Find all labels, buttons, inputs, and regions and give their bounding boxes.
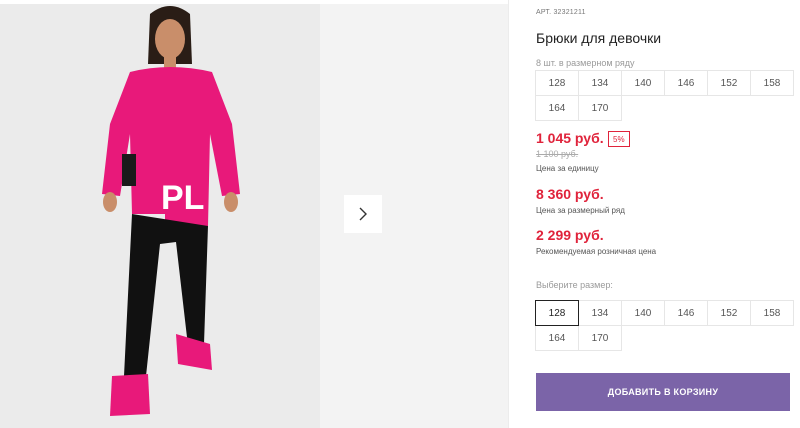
discount-badge: 5% <box>608 131 630 147</box>
size-option-selected[interactable]: 128 <box>535 300 579 326</box>
size-option[interactable]: 164 <box>535 325 579 351</box>
unit-price: 1 045 руб. <box>536 130 604 146</box>
old-price: 1 100 руб. <box>536 149 579 159</box>
pack-price: 8 360 руб. <box>536 186 604 202</box>
pack-price-label: Цена за размерный ряд <box>536 206 625 215</box>
product-gallery: PL <box>0 0 508 428</box>
pack-size: 128 <box>535 70 579 96</box>
retail-price-label: Рекомендуемая розничная цена <box>536 247 657 256</box>
pack-hint: 8 шт. в размерном ряду <box>536 58 635 68</box>
pack-size: 158 <box>750 70 794 96</box>
size-option[interactable]: 158 <box>750 300 794 326</box>
pack-size-grid: 128 134 140 146 152 158 164 170 <box>535 70 794 121</box>
article-value: 32321211 <box>553 9 586 16</box>
unit-price-label: Цена за единицу <box>536 164 599 173</box>
size-option[interactable]: 140 <box>621 300 665 326</box>
pack-size: 164 <box>535 95 579 121</box>
size-option[interactable]: 170 <box>578 325 622 351</box>
pack-size: 134 <box>578 70 622 96</box>
size-option[interactable]: 152 <box>707 300 751 326</box>
size-option[interactable]: 134 <box>578 300 622 326</box>
pack-size: 140 <box>621 70 665 96</box>
pack-size: 152 <box>707 70 751 96</box>
chevron-right-icon <box>359 207 367 221</box>
article-label: АРТ. <box>536 9 552 16</box>
size-select-hint: Выберите размер: <box>536 280 613 290</box>
retail-price: 2 299 руб. <box>536 227 604 243</box>
add-to-cart-button[interactable]: ДОБАВИТЬ В КОРЗИНУ <box>536 373 790 411</box>
product-title: Брюки для девочки <box>536 30 662 46</box>
size-select-grid: 128 134 140 146 152 158 164 170 <box>535 300 794 351</box>
pack-size: 170 <box>578 95 622 121</box>
product-photo-illustration: PL <box>0 4 320 428</box>
article-number: АРТ. 32321211 <box>536 9 586 16</box>
product-photo[interactable]: PL <box>0 4 320 428</box>
pack-size: 146 <box>664 70 708 96</box>
panel-divider <box>508 0 509 428</box>
next-photo-button[interactable] <box>344 195 382 233</box>
size-option[interactable]: 146 <box>664 300 708 326</box>
sweatshirt-lettering: PL <box>161 179 204 217</box>
